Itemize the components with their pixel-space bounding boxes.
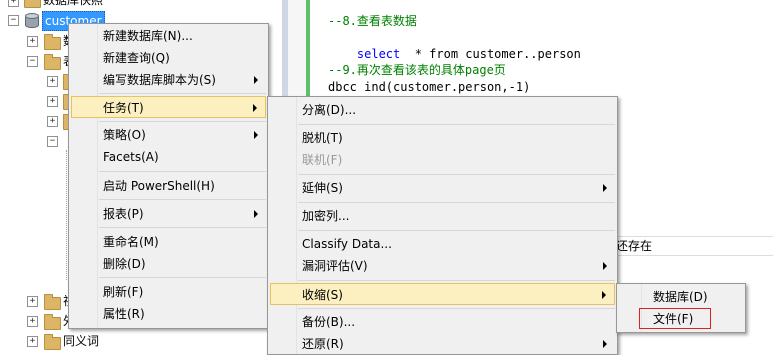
sql-text: * from customer..person (400, 47, 581, 61)
code-line-dbcc: dbcc ind(customer.person,-1) (328, 80, 531, 94)
menu-item-start-powershell[interactable]: 启动 PowerShell(H) (71, 175, 266, 197)
submenu-arrow-icon (254, 131, 258, 139)
folder-icon (44, 294, 61, 310)
menu-item-backup[interactable]: 备份(B)... (270, 311, 615, 333)
expand-toggle[interactable]: + (27, 336, 38, 347)
collapse-toggle[interactable]: − (47, 136, 58, 147)
menu-item-detach[interactable]: 分离(D)... (270, 99, 615, 121)
collapse-toggle[interactable]: − (27, 56, 38, 67)
menu-item-facets[interactable]: Facets(A) (71, 146, 266, 168)
collapse-toggle[interactable]: − (8, 15, 19, 26)
folder-icon (24, 0, 41, 8)
expand-toggle[interactable]: + (47, 96, 58, 107)
menu-item-shrink-database[interactable]: 数据库(D) (619, 286, 743, 308)
code-line-comment: --8.查看表数据 (328, 14, 417, 28)
menu-item-restore[interactable]: 还原(R) (270, 333, 615, 355)
submenu-arrow-icon (253, 104, 257, 112)
menu-item-policies[interactable]: 策略(O) (71, 124, 266, 146)
menu-item-delete[interactable]: 删除(D) (71, 253, 266, 275)
menu-item-rename[interactable]: 重命名(M) (71, 231, 266, 253)
menu-item-take-offline[interactable]: 脱机(T) (270, 127, 615, 149)
code-line-comment: --9.再次查看该表的具体page页 (328, 63, 506, 77)
expand-toggle[interactable]: + (27, 316, 38, 327)
submenu-arrow-icon (603, 184, 607, 192)
menu-item-classify-data[interactable]: Classify Data... (270, 233, 615, 255)
folder-icon (44, 314, 61, 330)
menu-item-shrink[interactable]: 收缩(S) (270, 283, 615, 305)
results-area: 还存在 (616, 236, 773, 256)
submenu-arrow-icon (603, 340, 607, 348)
context-menu-shrink: 数据库(D) 文件(F) (616, 283, 746, 333)
submenu-arrow-icon (254, 210, 258, 218)
submenu-arrow-icon (602, 291, 606, 299)
menu-item-bring-online: 联机(F) (302, 153, 343, 167)
context-menu-database: 新建数据库(N)... 新建查询(Q) 编写数据库脚本为(S) 任务(T) 策略… (68, 23, 269, 329)
menu-item-refresh[interactable]: 刷新(F) (71, 281, 266, 303)
submenu-arrow-icon (254, 76, 258, 84)
folder-icon (44, 334, 61, 350)
expand-toggle[interactable]: + (27, 296, 38, 307)
menu-item-vulnerability-assessment[interactable]: 漏洞评估(V) (270, 255, 615, 277)
results-partial-text: 还存在 (616, 239, 653, 253)
menu-item-script-database[interactable]: 编写数据库脚本为(S) (71, 69, 266, 91)
expand-toggle[interactable]: + (8, 0, 19, 7)
tree-node-synonyms[interactable]: 同义词 (63, 332, 99, 350)
expand-toggle[interactable]: + (47, 76, 58, 87)
folder-icon (44, 34, 61, 50)
tree-node-db-snapshots[interactable]: 数据库快照 (43, 0, 103, 9)
expand-toggle[interactable]: + (27, 36, 38, 47)
folder-icon (44, 54, 61, 70)
menu-item-properties[interactable]: 属性(R) (71, 303, 266, 325)
menu-item-new-query[interactable]: 新建查询(Q) (71, 47, 266, 69)
menu-item-new-database[interactable]: 新建数据库(N)... (71, 25, 266, 47)
expand-toggle[interactable]: + (47, 116, 58, 127)
database-icon (25, 13, 39, 28)
menu-item-reports[interactable]: 报表(P) (71, 203, 266, 225)
annotation-highlight-box (639, 308, 711, 329)
menu-item-stretch[interactable]: 延伸(S) (270, 177, 615, 199)
menu-item-tasks[interactable]: 任务(T) (71, 96, 266, 118)
submenu-arrow-icon (603, 262, 607, 270)
sql-keyword: select (356, 47, 401, 61)
context-menu-tasks: 分离(D)... 脱机(T) 联机(F) 延伸(S) 加密列... Classi… (267, 96, 618, 355)
menu-item-encrypt-columns[interactable]: 加密列... (270, 205, 615, 227)
